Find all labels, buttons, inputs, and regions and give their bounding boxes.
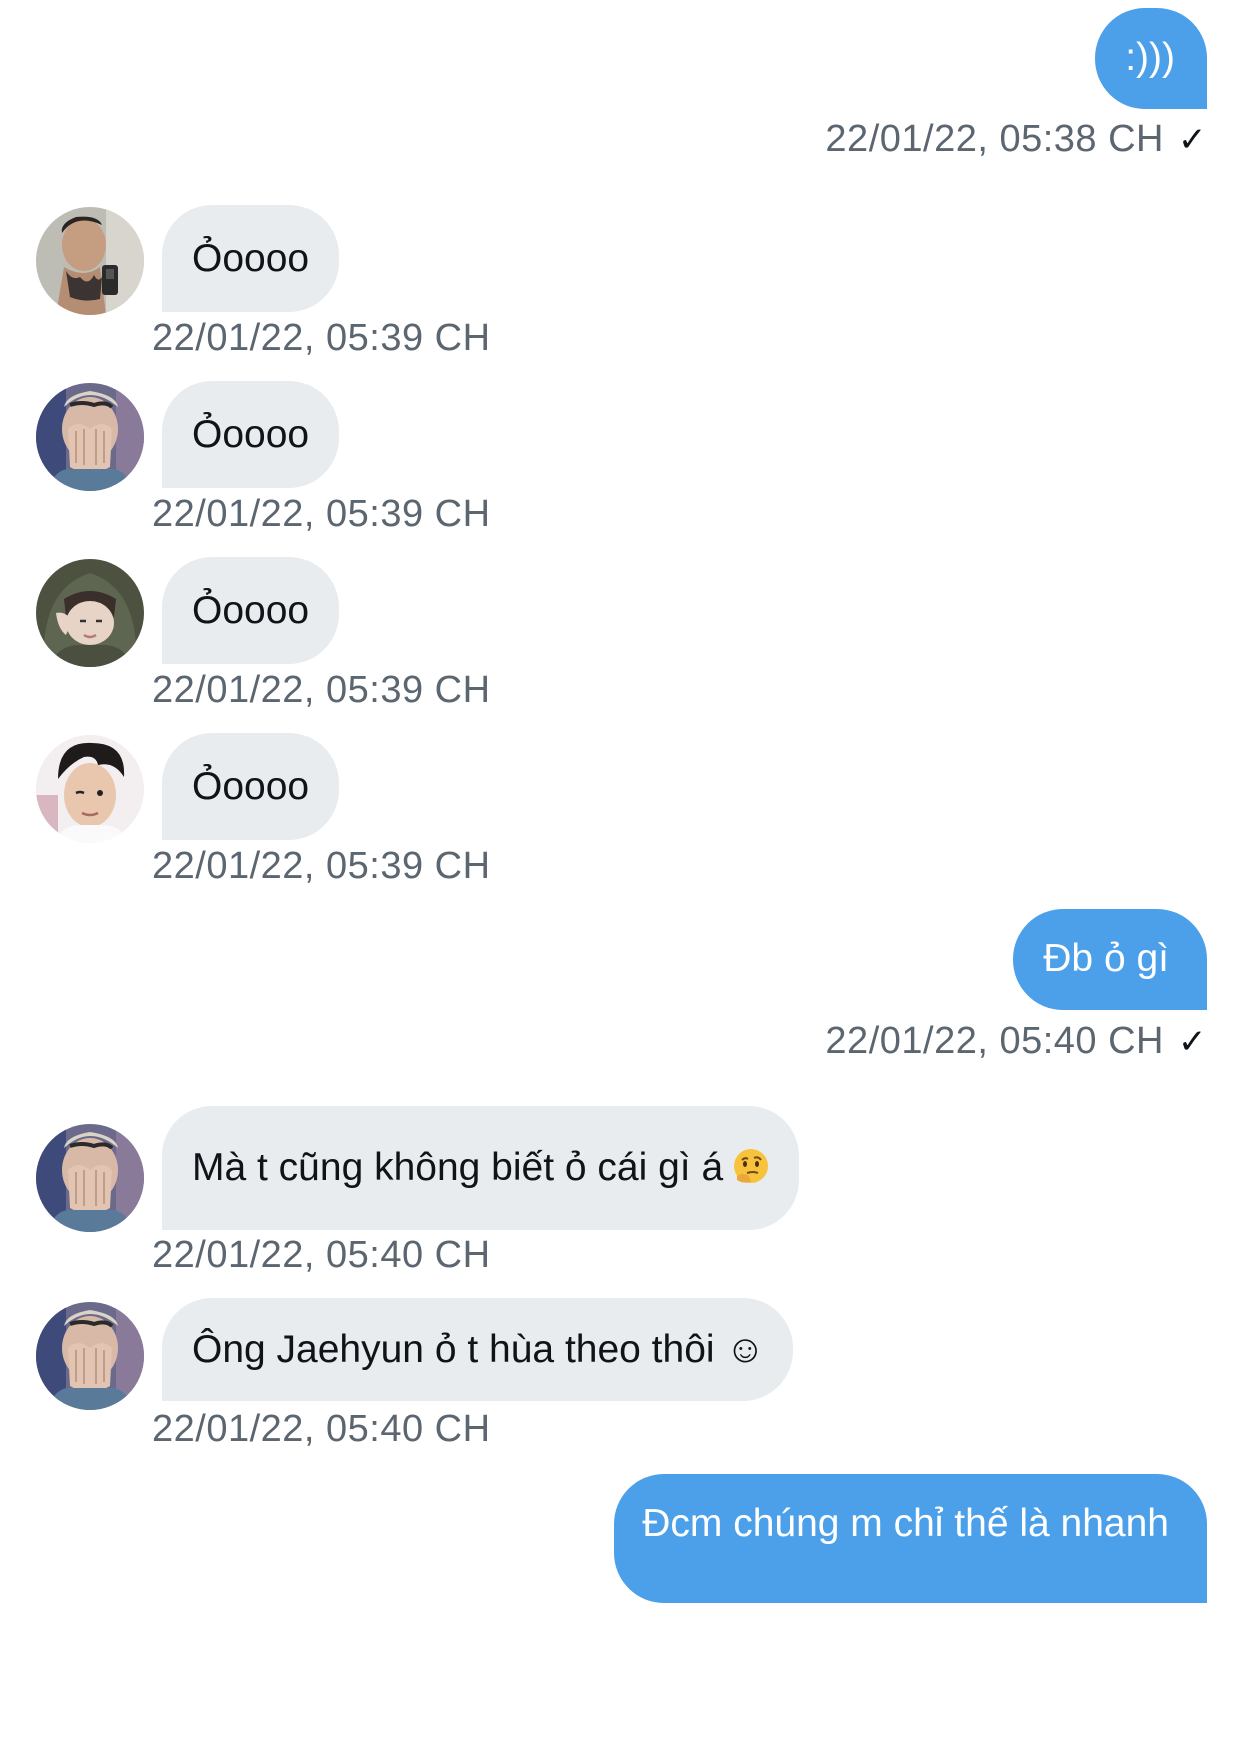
message-incoming[interactable]: Ỏoooo 22/01/22, 05:39 CH [0,557,900,717]
message-bubble[interactable]: Ỏoooo [162,733,340,840]
message-meta: 22/01/22, 05:38 CH ✓ [825,118,1207,161]
message-incoming[interactable]: Ỏoooo 22/01/22, 05:39 CH [0,205,900,365]
message-text: Mà t cũng không biết ỏ cái gì á [192,1146,724,1189]
conversation-thread: :))) 22/01/22, 05:38 CH ✓ Ỏoooo 22/01/22,… [0,0,1242,1763]
avatar[interactable] [36,735,144,843]
message-bubble[interactable]: Ỏoooo [162,381,340,488]
message-timestamp: 22/01/22, 05:39 CH [152,845,491,887]
message-bubble[interactable]: :))) [1095,8,1207,109]
avatar[interactable] [36,1302,144,1410]
message-outgoing[interactable]: :))) [1095,8,1207,109]
message-bubble[interactable]: Đb ỏ gì [1013,909,1207,1010]
message-timestamp: 22/01/22, 05:39 CH [152,317,491,359]
avatar[interactable] [36,383,144,491]
message-bubble[interactable]: Đcm chúng m chỉ thế là nhanh [614,1474,1207,1603]
message-timestamp: 22/01/22, 05:39 CH [152,669,491,711]
message-bubble[interactable]: Ỏoooo [162,557,340,664]
message-incoming[interactable]: Ông Jaehyun ỏ t hùa theo thôi ☺ 22/01/22… [0,1298,1000,1458]
message-bubble[interactable]: Ông Jaehyun ỏ t hùa theo thôi ☺ [162,1298,794,1401]
message-timestamp: 22/01/22, 05:40 CH [152,1408,491,1450]
avatar[interactable] [36,207,144,315]
message-bubble[interactable]: Mà t cũng không biết ỏ cái gì á [162,1106,800,1230]
message-outgoing[interactable]: Đb ỏ gì [1013,909,1207,1010]
avatar[interactable] [36,559,144,667]
thinking-face-emoji [734,1148,769,1183]
message-incoming[interactable]: Ỏoooo 22/01/22, 05:39 CH [0,381,900,541]
message-incoming[interactable]: Mà t cũng không biết ỏ cái gì á 22/01/22… [0,1106,1000,1276]
message-meta: 22/01/22, 05:40 CH ✓ [825,1020,1207,1063]
check-icon: ✓ [1178,1023,1207,1061]
message-bubble[interactable]: Ỏoooo [162,205,340,312]
message-timestamp: 22/01/22, 05:39 CH [152,493,491,535]
avatar[interactable] [36,1124,144,1232]
message-incoming[interactable]: Ỏoooo 22/01/22, 05:39 CH [0,733,900,893]
timestamp-text: 22/01/22, 05:38 CH [825,118,1164,160]
message-timestamp: 22/01/22, 05:40 CH ✓ [825,1020,1207,1063]
timestamp-text: 22/01/22, 05:40 CH [825,1020,1164,1062]
check-icon: ✓ [1178,121,1207,159]
message-timestamp: 22/01/22, 05:38 CH ✓ [825,118,1207,161]
message-outgoing[interactable]: Đcm chúng m chỉ thế là nhanh [614,1474,1207,1603]
message-timestamp: 22/01/22, 05:40 CH [152,1234,491,1276]
